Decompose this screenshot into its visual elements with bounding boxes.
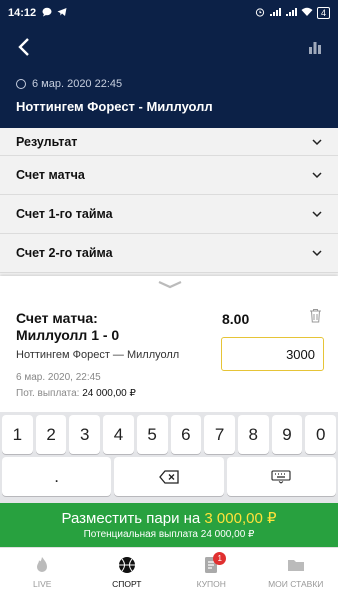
market-row-result[interactable]: Результат bbox=[0, 128, 338, 156]
ball-icon bbox=[118, 557, 135, 573]
chevron-down-icon bbox=[312, 211, 322, 218]
key-1[interactable]: 1 bbox=[2, 415, 33, 454]
keyboard-bottom-row: . bbox=[2, 457, 336, 496]
nav-label: КУПОН bbox=[196, 579, 226, 589]
chevron-down-icon bbox=[312, 250, 322, 257]
telegram-icon bbox=[57, 7, 67, 20]
market-label: Счет 2-го тайма bbox=[16, 246, 113, 260]
market-row-second-half[interactable]: Счет 2-го тайма bbox=[0, 234, 338, 273]
key-2[interactable]: 2 bbox=[35, 415, 67, 454]
keyboard-digit-row: 1 2 3 4 5 6 7 8 9 0 bbox=[2, 415, 337, 454]
bet-market: Счет матча: bbox=[16, 310, 98, 326]
payout-value: 24 000,00 ₽ bbox=[82, 388, 136, 399]
signal-icon-2 bbox=[285, 7, 297, 20]
bet-selection: Счет матча: Миллуолл 1 - 0 bbox=[16, 310, 119, 344]
place-bet-label: Разместить пари на bbox=[61, 510, 201, 527]
market-row-match-score[interactable]: Счет матча bbox=[0, 156, 338, 195]
key-0[interactable]: 0 bbox=[305, 415, 337, 454]
fire-icon bbox=[37, 557, 48, 572]
market-label: Результат bbox=[16, 134, 78, 149]
key-7[interactable]: 7 bbox=[204, 415, 235, 454]
keyboard-icon bbox=[271, 469, 291, 484]
bet-date: 6 мар. 2020, 22:45 bbox=[16, 372, 101, 383]
place-bet-amount: 3 000,00 ₽ bbox=[204, 510, 277, 527]
status-icons: 4 bbox=[255, 7, 330, 20]
match-header: 6 мар. 2020 22:45 Ноттингем Форест - Мил… bbox=[0, 26, 338, 134]
place-bet-button[interactable]: Разместить пари на 3 000,00 ₽ Потенциаль… bbox=[0, 503, 338, 547]
folder-icon bbox=[287, 560, 304, 571]
bet-outcome: Миллуолл 1 - 0 bbox=[16, 327, 120, 343]
key-5[interactable]: 5 bbox=[136, 415, 168, 454]
market-label: Счет матча bbox=[16, 168, 85, 182]
key-9[interactable]: 9 bbox=[271, 415, 303, 454]
status-time: 14:12 bbox=[8, 7, 37, 19]
key-3[interactable]: 3 bbox=[69, 415, 101, 454]
collapse-handle-icon[interactable] bbox=[157, 280, 183, 290]
bet-odds: 8.00 bbox=[222, 311, 250, 327]
chevron-down-icon bbox=[312, 138, 322, 145]
place-bet-main: Разместить пари на 3 000,00 ₽ bbox=[0, 509, 338, 527]
potential-payout: Пот. выплата: 24 000,00 ₽ bbox=[16, 388, 136, 399]
match-date-text: 6 мар. 2020 22:45 bbox=[32, 78, 123, 90]
nav-live[interactable]: LIVE bbox=[0, 548, 85, 600]
bet-event: Ноттингем Форест — Миллуолл bbox=[16, 349, 180, 361]
key-hide-keyboard[interactable] bbox=[226, 457, 336, 496]
stake-input[interactable] bbox=[221, 337, 324, 371]
stats-icon[interactable] bbox=[308, 40, 322, 54]
battery-icon: 4 bbox=[316, 7, 330, 19]
alarm-icon bbox=[255, 7, 265, 20]
key-dot[interactable]: . bbox=[2, 457, 112, 496]
signal-icon bbox=[269, 7, 281, 20]
payout-label: Пот. выплата: bbox=[16, 388, 80, 399]
nav-coupon[interactable]: 1 КУПОН bbox=[169, 548, 254, 600]
market-list: Результат Счет матча Счет 1-го тайма Сче… bbox=[0, 128, 338, 273]
status-bar: 14:12 4 bbox=[0, 0, 338, 26]
bet-slip: Счет матча: Миллуолл 1 - 0 8.00 Ноттинге… bbox=[0, 276, 338, 412]
numeric-keyboard: 1 2 3 4 5 6 7 8 9 0 . bbox=[0, 412, 338, 503]
back-arrow-icon[interactable] bbox=[14, 36, 36, 58]
bottom-nav: LIVE СПОРТ 1 КУПОН МОИ СТАВКИ bbox=[0, 547, 338, 600]
nav-label: МОИ СТАВКИ bbox=[268, 579, 324, 589]
market-row-first-half[interactable]: Счет 1-го тайма bbox=[0, 195, 338, 234]
nav-label: LIVE bbox=[33, 579, 52, 589]
wifi-icon bbox=[301, 7, 313, 20]
chat-icon bbox=[42, 7, 52, 20]
chevron-down-icon bbox=[312, 172, 322, 179]
key-backspace[interactable] bbox=[114, 457, 224, 496]
clock-icon bbox=[16, 79, 26, 89]
nav-sport[interactable]: СПОРТ bbox=[85, 548, 170, 600]
nav-label: СПОРТ bbox=[112, 579, 142, 589]
market-label: Счет 1-го тайма bbox=[16, 207, 113, 221]
match-title: Ноттингем Форест - Миллуолл bbox=[16, 99, 213, 114]
backspace-icon bbox=[159, 469, 179, 484]
key-8[interactable]: 8 bbox=[237, 415, 269, 454]
place-bet-payout: Потенциальная выплата 24 000,00 ₽ bbox=[83, 529, 255, 540]
key-6[interactable]: 6 bbox=[170, 415, 202, 454]
match-date: 6 мар. 2020 22:45 bbox=[16, 78, 122, 90]
trash-icon[interactable] bbox=[309, 308, 322, 323]
key-4[interactable]: 4 bbox=[103, 415, 134, 454]
coupon-badge: 1 bbox=[213, 552, 227, 565]
nav-my-bets[interactable]: МОИ СТАВКИ bbox=[254, 548, 338, 600]
